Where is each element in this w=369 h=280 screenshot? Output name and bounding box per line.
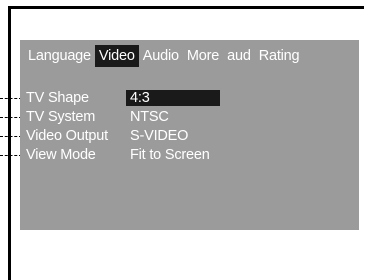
setting-value[interactable]: Fit to Screen [126,147,214,163]
callout-leader [0,155,22,157]
setting-row-video-output[interactable]: Video Output S-VIDEO [26,126,220,145]
setting-value[interactable]: NTSC [126,109,173,125]
menu-bar: Language Video Audio More aud Rating [24,44,355,68]
callout-leader [0,136,22,138]
tab-more[interactable]: More [183,45,223,67]
tab-rating[interactable]: Rating [255,45,304,67]
tab-audio[interactable]: Audio [139,45,183,67]
tab-aud[interactable]: aud [223,45,255,67]
callout-leader [0,117,22,119]
setting-row-tv-shape[interactable]: TV Shape 4:3 [26,88,220,107]
setting-row-tv-system[interactable]: TV System NTSC [26,107,220,126]
tab-language[interactable]: Language [24,45,95,67]
settings-list: TV Shape 4:3 TV System NTSC Video Output… [26,88,220,164]
callout-leader [0,98,22,100]
setting-label: TV Shape [26,89,89,106]
setting-value[interactable]: 4:3 [126,89,220,106]
setting-label: TV System [26,108,96,125]
setting-value[interactable]: S-VIDEO [126,128,192,144]
osd-screen: Language Video Audio More aud Rating TV … [20,40,359,230]
setting-label: View Mode [26,146,96,163]
setting-label: Video Output [26,127,108,144]
setting-row-view-mode[interactable]: View Mode Fit to Screen [26,145,220,164]
tab-video[interactable]: Video [94,45,139,67]
